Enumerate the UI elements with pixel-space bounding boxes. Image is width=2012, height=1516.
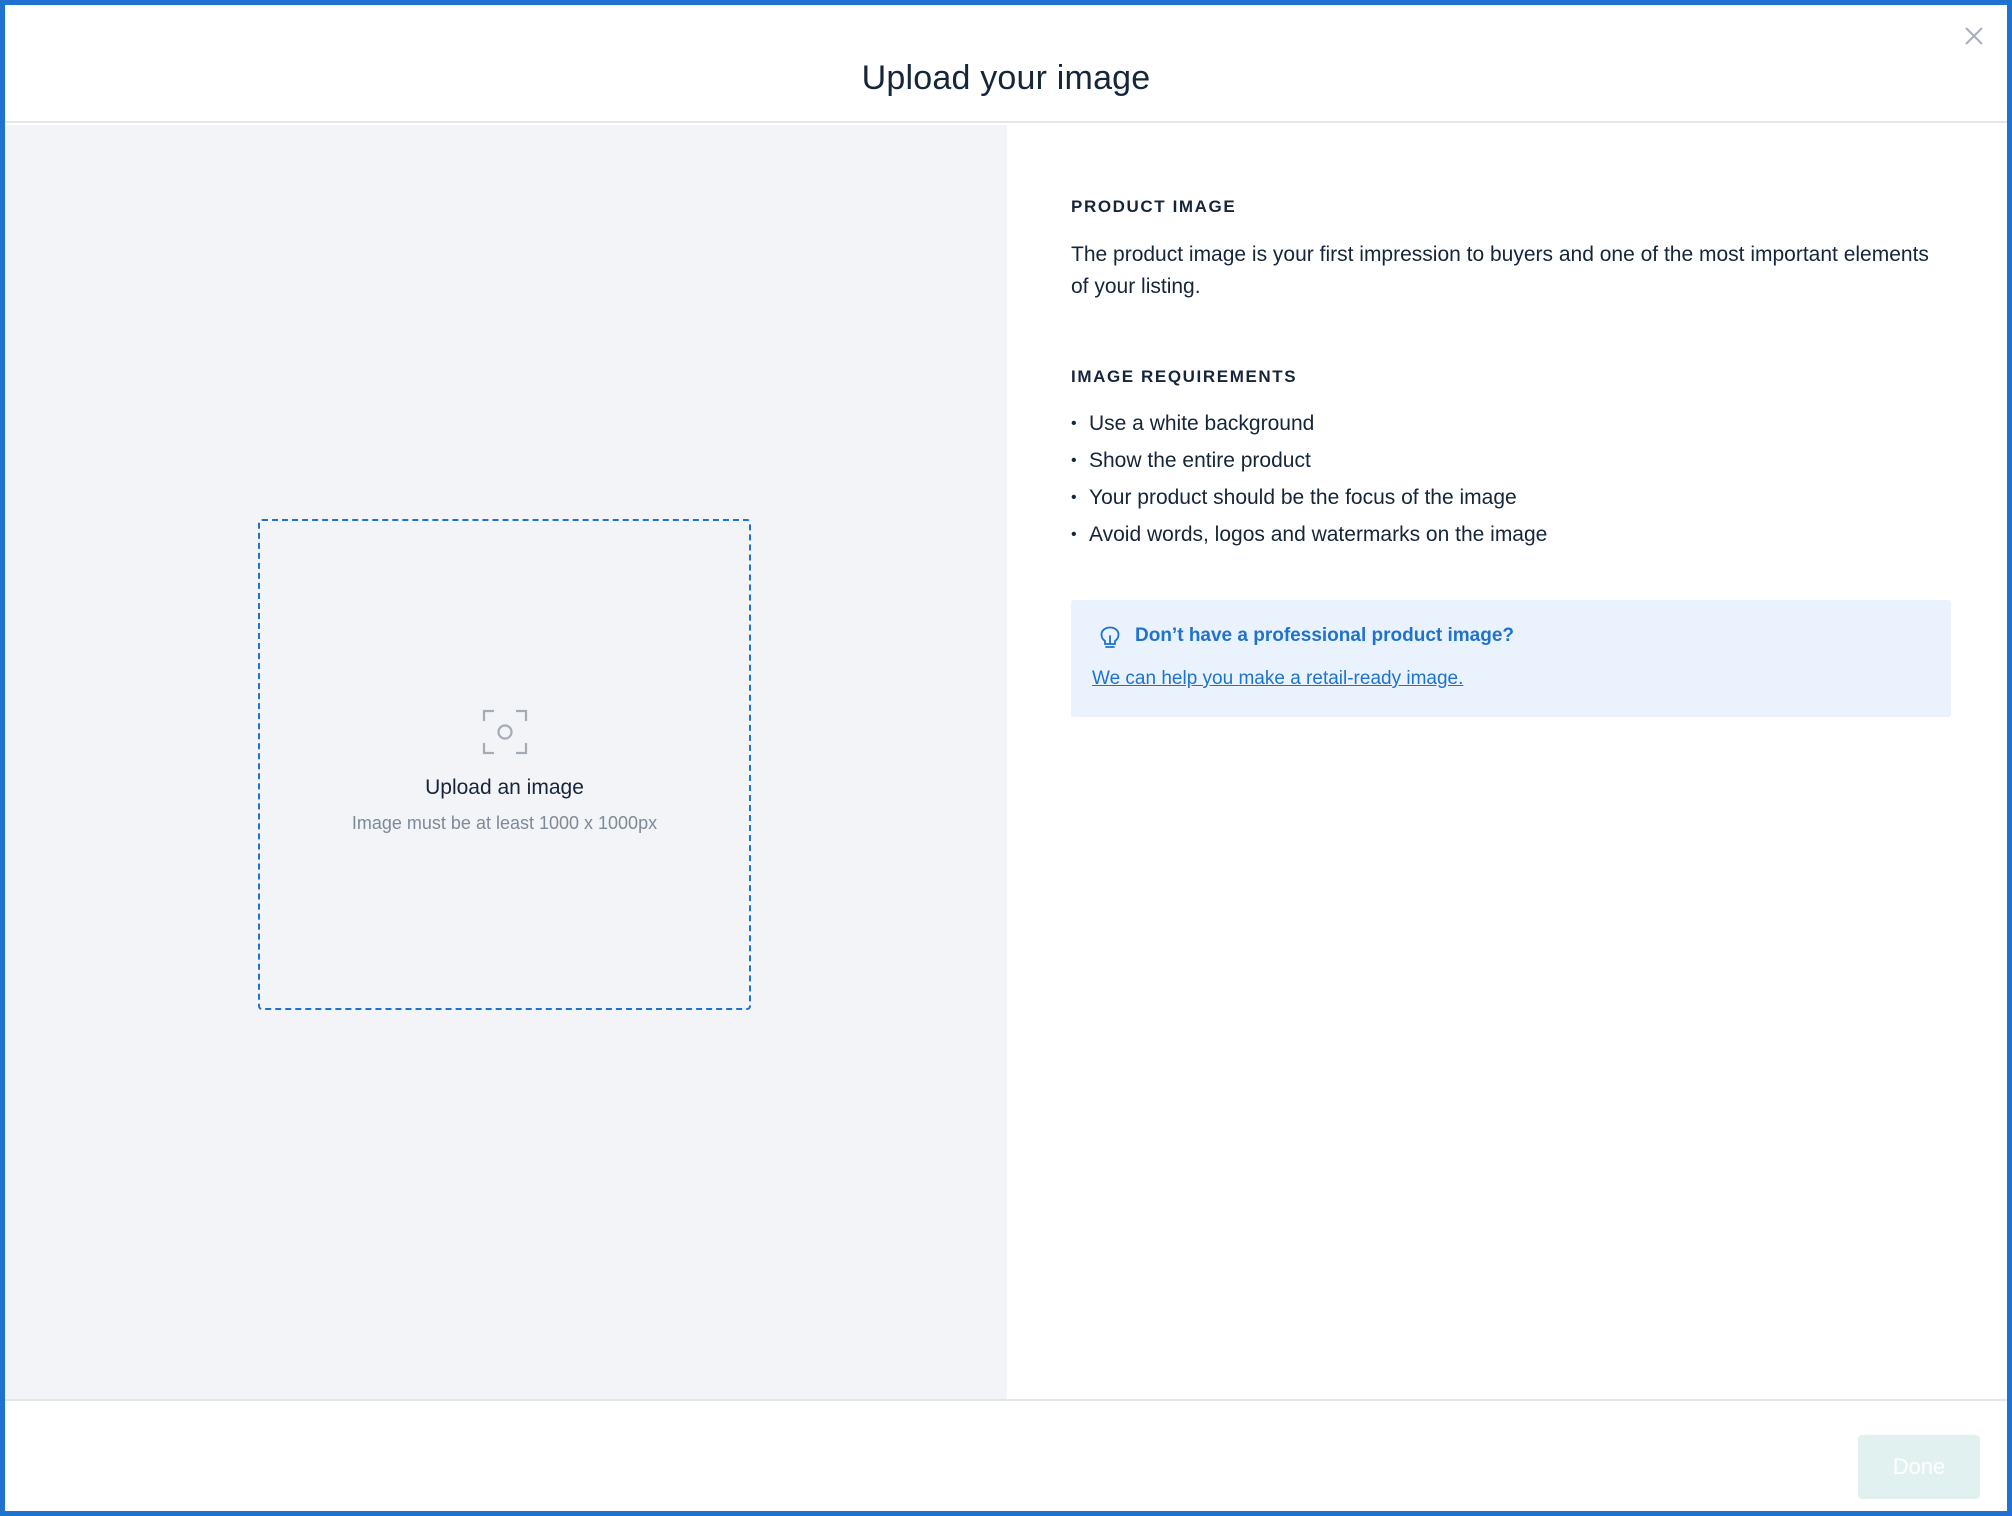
lightbulb-icon — [1100, 626, 1120, 648]
list-item: • Your product should be the focus of the… — [1071, 479, 1951, 516]
upload-image-modal: Upload your image Upload an image Image … — [0, 0, 2012, 1516]
tip-title: Don’t have a professional product image? — [1135, 625, 1515, 646]
modal-footer: Done — [5, 1399, 2007, 1511]
upload-hint: Image must be at least 1000 x 1000px — [351, 813, 658, 833]
list-item: • Show the entire product — [1071, 442, 1951, 479]
modal-title: Upload your image — [861, 59, 1151, 97]
requirement-text: Use a white background — [1089, 412, 1315, 435]
list-item: • Use a white background — [1071, 405, 1951, 442]
requirement-text: Your product should be the focus of the … — [1089, 486, 1517, 509]
upload-label: Upload an image — [425, 776, 584, 799]
requirements-list: • Use a white background • Show the entire… — [1071, 405, 1951, 553]
modal-header: Upload your image — [5, 5, 2007, 123]
product-image-heading: PRODUCT IMAGE — [1071, 197, 1237, 216]
image-requirements-heading: IMAGE REQUIREMENTS — [1071, 367, 1298, 386]
product-image-description: The product image is your first impressi… — [1071, 243, 1929, 298]
list-item: • Avoid words, logos and watermarks on th… — [1071, 516, 1951, 553]
close-button[interactable] — [1959, 21, 1989, 51]
upload-pane: Upload an image Image must be at least 1… — [5, 125, 1007, 1399]
requirement-text: Show the entire product — [1089, 449, 1311, 472]
done-button[interactable]: Done — [1858, 1435, 1980, 1499]
close-icon — [1965, 27, 1983, 45]
tip-box: Don’t have a professional product image?… — [1071, 600, 1951, 717]
requirement-text: Avoid words, logos and watermarks on the… — [1089, 523, 1548, 546]
info-pane: PRODUCT IMAGE The product image is your … — [1007, 125, 2007, 1399]
image-dropzone[interactable]: Upload an image Image must be at least 1… — [258, 519, 751, 1010]
image-focus-icon — [482, 709, 528, 755]
retail-ready-image-link[interactable]: We can help you make a retail-ready imag… — [1092, 668, 1463, 690]
